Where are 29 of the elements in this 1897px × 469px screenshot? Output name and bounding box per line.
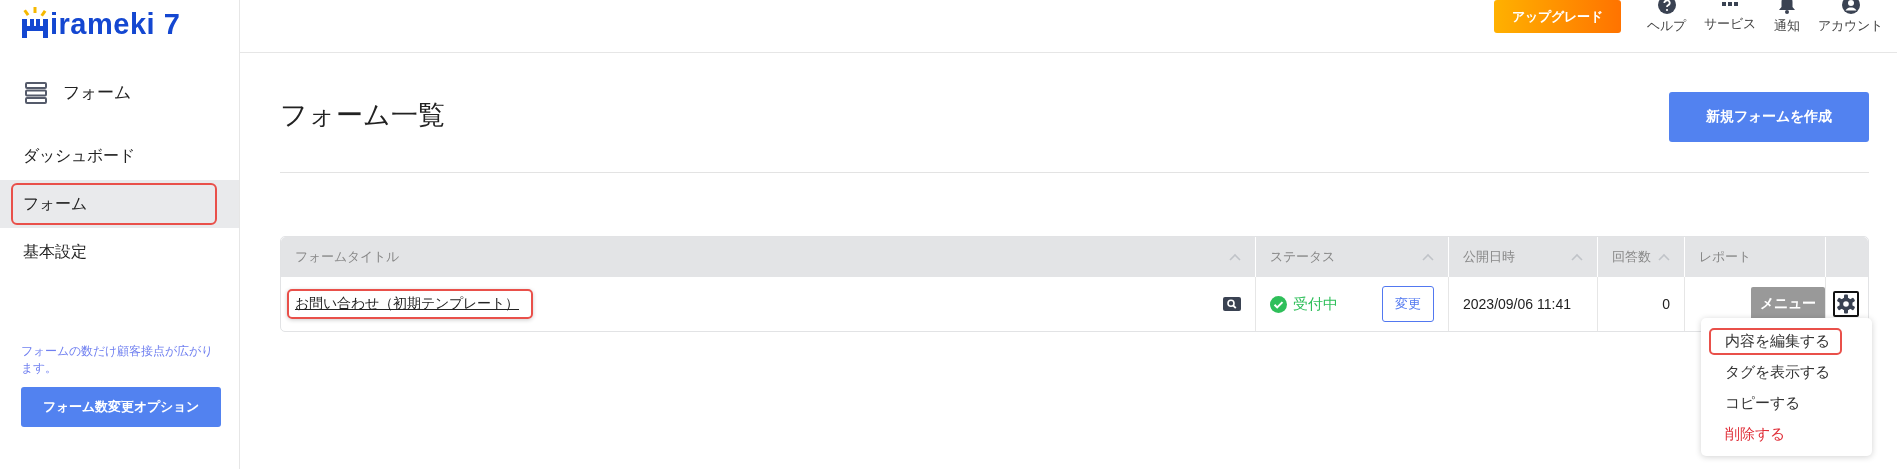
status-text: 受付中 [1293, 294, 1338, 314]
promo-note: フォームの数だけ顧客接点が広がります。 [21, 343, 214, 377]
form-title-link[interactable]: お問い合わせ（初期テンプレート） [287, 289, 533, 319]
menu-item[interactable]: 削除する [1709, 421, 1797, 448]
logo-text: irameki 7 [50, 9, 181, 39]
header-link[interactable]: アカウント [1818, 0, 1883, 34]
table-cell: 0 [1597, 277, 1684, 331]
change-button[interactable]: 変更 [1382, 286, 1434, 322]
table-cell: 2023/09/06 11:41 [1448, 277, 1597, 331]
sidebar-item[interactable]: 基本設定 [11, 231, 217, 273]
menu-item[interactable]: タグを表示する [1709, 359, 1842, 386]
menu-item[interactable]: 内容を編集する [1709, 328, 1842, 355]
new-form-button[interactable]: 新規フォームを作成 [1669, 91, 1869, 142]
sidebar-item[interactable]: フォーム [11, 183, 217, 225]
section-title: フォーム [63, 82, 131, 104]
search-icon[interactable] [1223, 297, 1241, 311]
logo-icon [21, 7, 49, 39]
sidebar-item[interactable]: ダッシュボード [11, 135, 217, 177]
header-link[interactable]: サービス [1704, 0, 1756, 32]
header-link[interactable]: 通知 [1774, 0, 1800, 34]
menu-item[interactable]: コピーする [1709, 390, 1812, 417]
option-button[interactable]: フォーム数変更オプション [21, 387, 221, 427]
check-icon [1270, 295, 1287, 313]
bell-icon [1779, 0, 1795, 14]
settings-button[interactable] [1833, 291, 1859, 317]
settings-icon [1836, 294, 1856, 314]
header-link[interactable]: ヘルプ [1647, 0, 1686, 34]
page-title: フォーム一覧 [280, 98, 445, 132]
server-icon [25, 81, 47, 104]
